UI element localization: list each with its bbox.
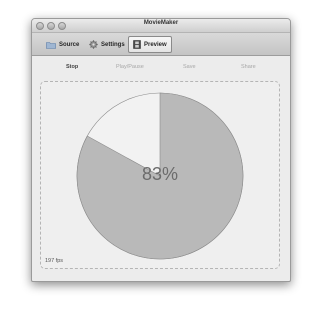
title-bar: MovieMaker bbox=[32, 19, 290, 33]
window-title: MovieMaker bbox=[143, 20, 179, 26]
settings-toolbar-button[interactable]: Settings bbox=[84, 36, 130, 53]
play-pause-control[interactable]: Play/Pause bbox=[116, 64, 144, 70]
toolbar: Source Settings Preview bbox=[32, 33, 290, 56]
film-icon bbox=[133, 40, 141, 49]
stop-control[interactable]: Stop bbox=[66, 64, 78, 70]
source-toolbar-button[interactable]: Source bbox=[41, 36, 84, 53]
preview-toolbar-button[interactable]: Preview bbox=[128, 36, 172, 53]
settings-toolbar-label: Settings bbox=[101, 41, 125, 48]
moviemaker-window: MovieMaker Source Settings Preview Stop … bbox=[31, 18, 291, 282]
save-control[interactable]: Save bbox=[183, 64, 196, 70]
gear-icon bbox=[89, 40, 98, 49]
folder-icon bbox=[46, 41, 56, 49]
fps-counter: 197 fps bbox=[45, 258, 64, 264]
source-toolbar-label: Source bbox=[59, 41, 80, 48]
share-control[interactable]: Share bbox=[241, 64, 256, 70]
playback-controls: Stop Play/Pause Save Share bbox=[32, 56, 290, 80]
preview-canvas: 83% 197 fps bbox=[40, 81, 280, 269]
progress-percent-label: 83% bbox=[141, 164, 179, 184]
preview-toolbar-label: Preview bbox=[144, 41, 167, 48]
